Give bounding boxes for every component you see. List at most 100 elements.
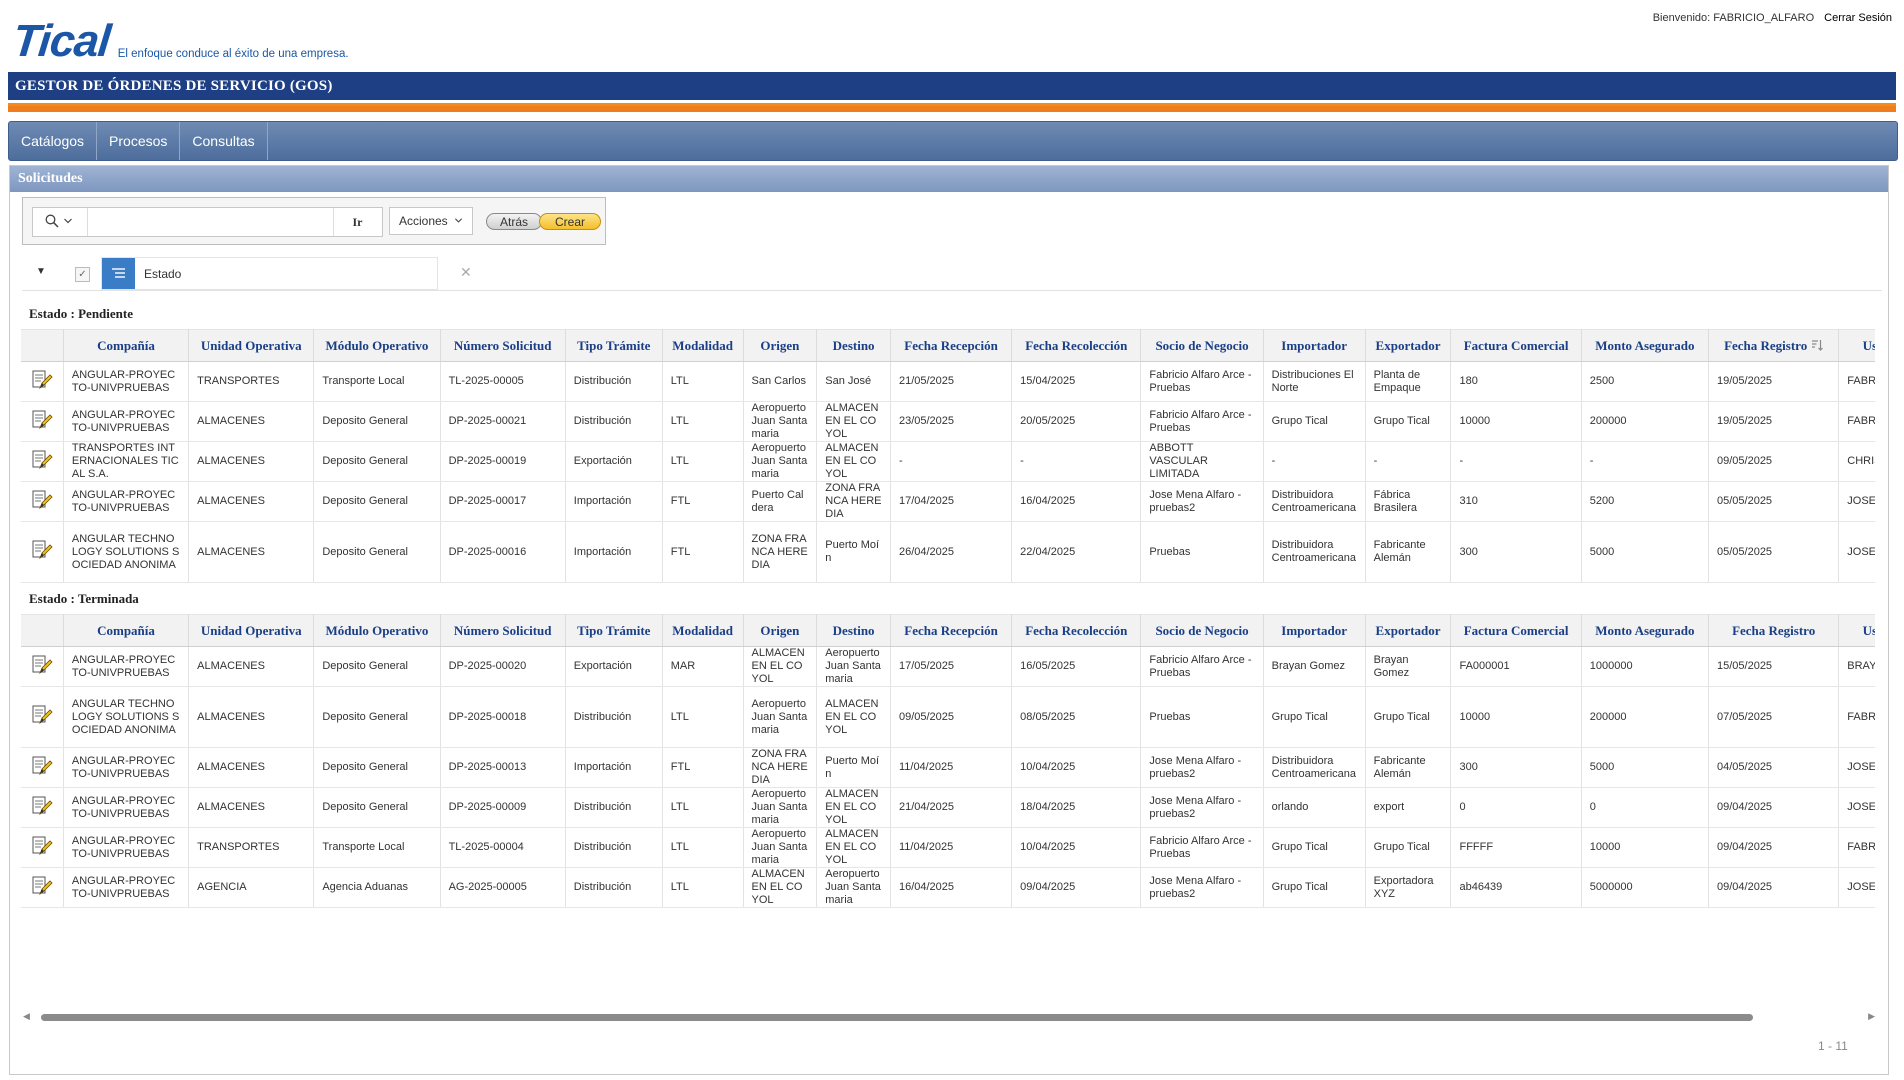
column-header[interactable]: Factura Comercial <box>1450 614 1582 647</box>
table-cell: orlando <box>1263 787 1366 828</box>
column-header-label: Modalidad <box>672 622 733 638</box>
column-header[interactable]: Importador <box>1263 329 1366 362</box>
table-cell: ab46439 <box>1450 867 1582 908</box>
scroll-right-icon[interactable]: ▶ <box>1868 1011 1875 1022</box>
table-cell: FTL <box>662 747 744 788</box>
column-header[interactable]: Importador <box>1263 614 1366 647</box>
column-header-label: Tipo Trámite <box>577 622 651 638</box>
column-header[interactable]: Destino <box>816 614 891 647</box>
back-button[interactable]: Atrás <box>486 213 542 230</box>
column-header[interactable]: Unidad Operativa <box>188 329 315 362</box>
go-button[interactable]: Ir <box>333 208 381 236</box>
filter-chip[interactable]: Estado <box>101 257 438 290</box>
table-row: ANGULAR-PROYECTO-UNIVPRUEBAS ALMACENES Dep… <box>21 401 1875 442</box>
edit-cell[interactable] <box>21 646 64 687</box>
edit-record-icon[interactable] <box>31 490 53 514</box>
table-cell: Fabricante Alemán <box>1365 747 1452 788</box>
horizontal-scrollbar[interactable]: ◀ ▶ <box>23 1010 1875 1024</box>
edit-cell[interactable] <box>21 441 64 482</box>
column-header[interactable]: Socio de Negocio <box>1140 614 1264 647</box>
table-cell: 10000 <box>1581 827 1710 868</box>
edit-cell[interactable] <box>21 787 64 828</box>
create-button[interactable]: Crear <box>539 213 601 230</box>
table-cell: ALMACEN EN EL COYOL <box>816 441 891 482</box>
chevron-down-icon[interactable] <box>63 216 73 226</box>
column-header[interactable]: Monto Asegurado <box>1581 614 1710 647</box>
column-header[interactable]: Tipo Trámite <box>565 329 663 362</box>
column-header[interactable]: Usuario Registro <box>1838 614 1875 647</box>
edit-cell[interactable] <box>21 827 64 868</box>
column-header[interactable]: Exportador <box>1365 329 1452 362</box>
table-cell: DP-2025-00020 <box>440 646 566 687</box>
column-header[interactable]: Compañía <box>63 614 190 647</box>
edit-record-icon[interactable] <box>31 756 53 780</box>
group-label: Estado : Pendiente <box>29 305 133 321</box>
solicitudes-region: Solicitudes Ir Acciones Atrás Crear ▼ ✓ … <box>9 165 1889 1075</box>
sort-desc-icon[interactable] <box>1807 338 1824 353</box>
edit-cell[interactable] <box>21 401 64 442</box>
edit-cell[interactable] <box>21 361 64 402</box>
actions-label: Acciones <box>398 214 448 228</box>
column-header[interactable]: Fecha Registro <box>1708 614 1840 647</box>
edit-record-icon[interactable] <box>31 450 53 474</box>
edit-cell[interactable] <box>21 481 64 522</box>
column-header[interactable]: Número Solicitud <box>440 329 566 362</box>
scroll-left-icon[interactable]: ◀ <box>23 1011 30 1022</box>
column-header[interactable]: Fecha Recepción <box>890 614 1013 647</box>
column-header[interactable]: Módulo Operativo <box>313 329 441 362</box>
column-header[interactable]: Origen <box>743 614 818 647</box>
table-cell: - <box>1365 441 1452 482</box>
column-header[interactable]: Módulo Operativo <box>313 614 441 647</box>
table-cell: 16/04/2025 <box>890 867 1013 908</box>
nav-procesos[interactable]: Procesos <box>97 122 181 160</box>
edit-record-icon[interactable] <box>31 836 53 860</box>
edit-record-icon[interactable] <box>31 540 53 564</box>
edit-record-icon[interactable] <box>31 705 53 729</box>
column-header[interactable]: Fecha Recolección <box>1011 329 1142 362</box>
table-cell: FABRICIO_ALFARO <box>1838 401 1875 442</box>
column-header[interactable]: Unidad Operativa <box>188 614 315 647</box>
column-header[interactable]: Factura Comercial <box>1450 329 1582 362</box>
edit-record-icon[interactable] <box>31 876 53 900</box>
edit-cell[interactable] <box>21 867 64 908</box>
column-header[interactable]: Modalidad <box>662 329 744 362</box>
filter-enable-checkbox[interactable]: ✓ <box>75 267 90 282</box>
column-header[interactable]: Número Solicitud <box>440 614 566 647</box>
column-header[interactable]: Destino <box>816 329 891 362</box>
edit-cell[interactable] <box>21 747 64 788</box>
column-header[interactable]: Exportador <box>1365 614 1452 647</box>
table-cell: 08/05/2025 <box>1011 686 1142 748</box>
column-header[interactable]: Modalidad <box>662 614 744 647</box>
actions-menu-button[interactable]: Acciones <box>389 207 473 235</box>
table-cell: ALMACEN EN EL COYOL <box>816 827 891 868</box>
column-header[interactable]: Tipo Trámite <box>565 614 663 647</box>
table-cell: Fábrica Brasilera <box>1365 481 1452 522</box>
table-cell: Aeropuerto Juan Santamaria <box>743 827 818 868</box>
search-input[interactable] <box>87 208 336 236</box>
search-icon[interactable] <box>45 214 59 228</box>
collapse-toggle-icon[interactable]: ▼ <box>36 266 46 277</box>
column-header[interactable]: Fecha Recolección <box>1011 614 1142 647</box>
scrollbar-thumb[interactable] <box>41 1014 1753 1021</box>
logout-link[interactable]: Cerrar Sesión <box>1824 12 1892 24</box>
column-header[interactable]: Compañía <box>63 329 190 362</box>
column-header[interactable]: Socio de Negocio <box>1140 329 1264 362</box>
table-cell: 07/05/2025 <box>1708 686 1840 748</box>
edit-record-icon[interactable] <box>31 370 53 394</box>
edit-cell[interactable] <box>21 521 64 583</box>
edit-record-icon[interactable] <box>31 655 53 679</box>
column-header[interactable]: Fecha Registro <box>1708 329 1840 362</box>
table-cell: DP-2025-00009 <box>440 787 566 828</box>
nav-consultas[interactable]: Consultas <box>180 122 268 160</box>
edit-record-icon[interactable] <box>31 410 53 434</box>
column-header[interactable]: Origen <box>743 329 818 362</box>
nav-catalogos[interactable]: Catálogos <box>9 122 98 160</box>
column-header[interactable]: Fecha Recepción <box>890 329 1013 362</box>
table-cell: 23/05/2025 <box>890 401 1013 442</box>
edit-record-icon[interactable] <box>31 796 53 820</box>
column-header[interactable]: Usuario Registro <box>1838 329 1875 362</box>
column-header-label: Importador <box>1281 337 1347 353</box>
remove-filter-icon[interactable]: ✕ <box>460 264 472 281</box>
column-header[interactable]: Monto Asegurado <box>1581 329 1710 362</box>
edit-cell[interactable] <box>21 686 64 748</box>
